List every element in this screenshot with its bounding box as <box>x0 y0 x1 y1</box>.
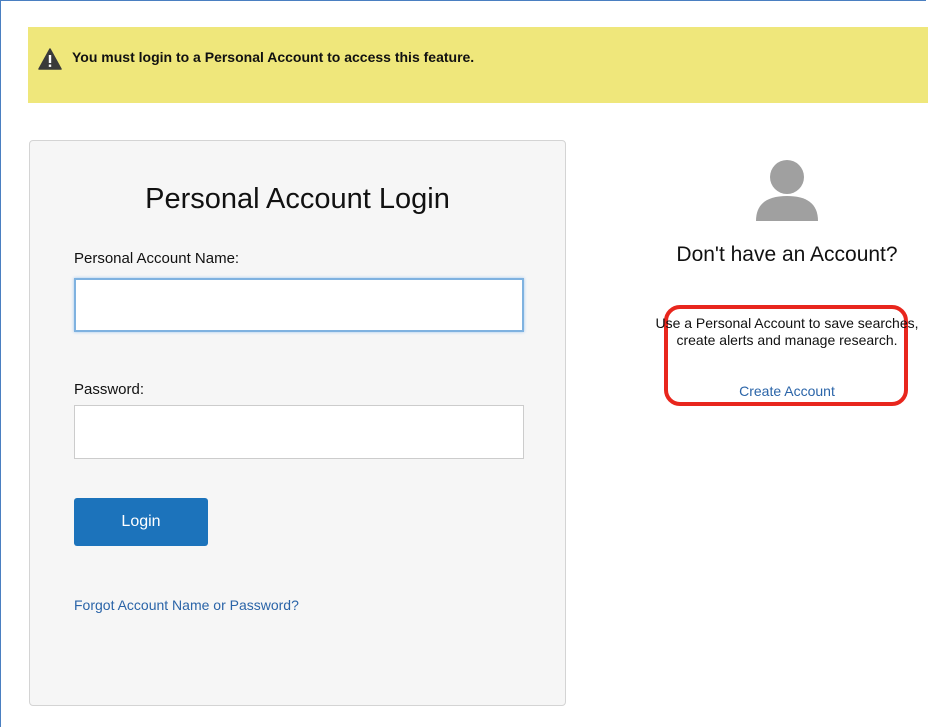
password-label: Password: <box>74 381 145 398</box>
forgot-credentials-link[interactable]: Forgot Account Name or Password? <box>74 597 299 613</box>
create-account-link[interactable]: Create Account <box>641 383 928 399</box>
signup-heading: Don't have an Account? <box>676 243 898 266</box>
login-button[interactable]: Login <box>74 498 208 546</box>
alert-banner: You must login to a Personal Account to … <box>28 27 928 103</box>
page-frame: You must login to a Personal Account to … <box>0 0 928 727</box>
signup-section: Don't have an Account? Use a Personal Ac… <box>641 151 928 421</box>
account-name-label: Personal Account Name: <box>74 250 240 267</box>
page-title: Personal Account Login <box>145 183 450 215</box>
password-input[interactable] <box>74 405 524 459</box>
signup-description: Use a Personal Account to save searches,… <box>655 315 919 348</box>
user-avatar-icon <box>754 159 820 221</box>
warning-icon <box>38 48 62 70</box>
login-panel: Personal Account Login Personal Account … <box>29 140 566 706</box>
alert-message: You must login to a Personal Account to … <box>72 49 475 65</box>
account-name-input[interactable] <box>74 278 524 332</box>
